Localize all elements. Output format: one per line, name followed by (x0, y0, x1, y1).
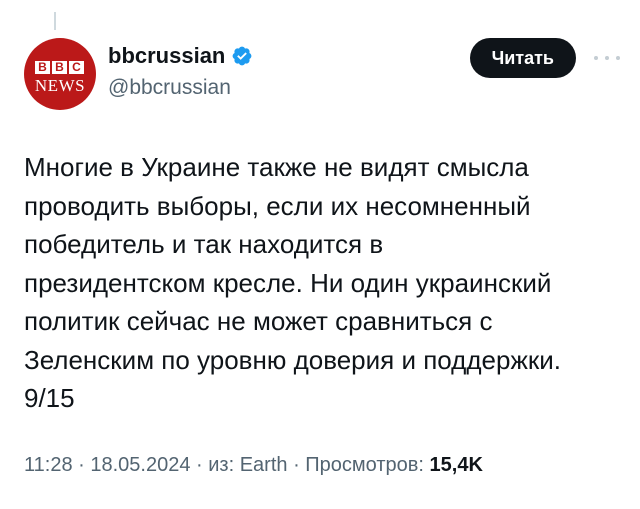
tweet-source: из: Earth (208, 454, 288, 476)
author-names: bbcrussian @bbcrussian (108, 42, 253, 100)
more-dot (594, 56, 598, 60)
avatar[interactable]: B B C NEWS (24, 38, 96, 110)
meta-separator: · (72, 454, 91, 476)
tweet-header: B B C NEWS bbcrussian @bbcrussian Читать (24, 38, 620, 112)
meta-separator: · (190, 454, 209, 476)
views-count[interactable]: 15,4K (430, 454, 483, 476)
handle[interactable]: @bbcrussian (108, 76, 253, 100)
avatar-subtitle: NEWS (34, 76, 86, 95)
bbc-logo-block: B (52, 61, 67, 74)
bbc-logo-block: B (35, 61, 50, 74)
tweet-text: Многие в Украине также не видят смысла п… (24, 152, 561, 413)
tweet-date[interactable]: 18.05.2024 (90, 454, 190, 476)
more-horizontal-icon[interactable] (594, 51, 620, 65)
meta-separator: · (287, 454, 306, 476)
display-name[interactable]: bbcrussian (108, 43, 225, 69)
thread-connector-line (54, 12, 56, 30)
follow-read-button[interactable]: Читать (469, 38, 576, 78)
tweet-view: B B C NEWS bbcrussian @bbcrussian Читать… (0, 0, 640, 509)
verified-badge-icon (232, 46, 252, 66)
display-name-row: bbcrussian (108, 42, 253, 70)
views-label: Просмотров: (305, 454, 424, 476)
bbc-logo-blocks: B B C (35, 61, 84, 74)
more-dot (605, 56, 609, 60)
tweet-time[interactable]: 11:28 (24, 454, 73, 476)
bbc-logo-block: C (69, 61, 84, 74)
tweet-meta: 11:28 · 18.05.2024 · из: Earth · Просмот… (24, 454, 483, 477)
more-dot (616, 56, 620, 60)
